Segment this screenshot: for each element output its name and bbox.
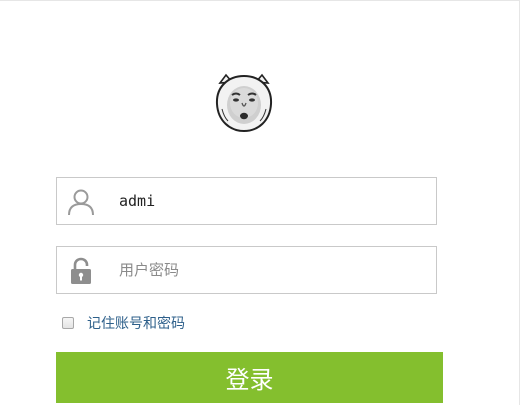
remember-checkbox[interactable]	[62, 317, 74, 329]
username-input[interactable]	[119, 178, 419, 224]
username-field[interactable]	[56, 177, 437, 225]
avatar	[215, 73, 273, 133]
remember-me[interactable]: 记住账号和密码	[62, 314, 185, 332]
remember-label[interactable]: 记住账号和密码	[87, 313, 185, 333]
user-icon	[68, 189, 94, 216]
login-panel: 记住账号和密码 登录	[0, 0, 520, 405]
lock-icon	[71, 257, 91, 284]
password-field[interactable]	[56, 246, 437, 294]
login-button[interactable]: 登录	[56, 352, 443, 403]
password-input[interactable]	[119, 247, 419, 293]
